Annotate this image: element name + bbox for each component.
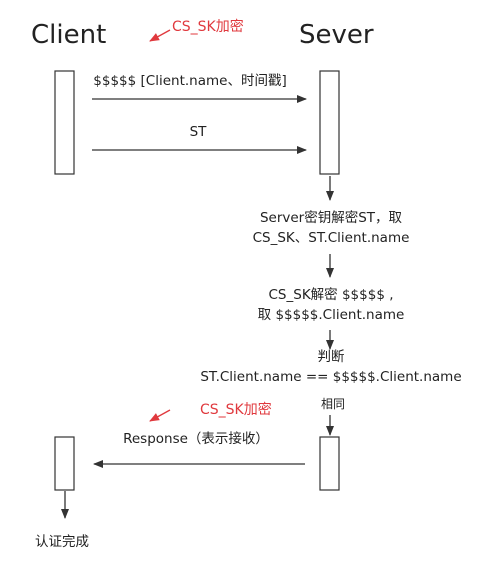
server-step-3-bottom: 相同: [320, 397, 346, 411]
server-activation-box-top: [319, 70, 340, 175]
server-step-3-top: 判断: [317, 349, 345, 365]
server-step-2-line-1: CS_SK解密 $$$$$ ,: [268, 287, 394, 303]
annotation-arrow-top: [149, 29, 171, 42]
annotation-encrypt-top: CS_SK加密: [172, 19, 244, 35]
server-step-2-line-2: 取 $$$$$.Client.name: [257, 307, 405, 323]
server-step-1-line-2: CS_SK、ST.Client.name: [252, 230, 410, 246]
annotation-arrow-bottom: [149, 409, 171, 422]
participant-server: Sever: [299, 20, 374, 50]
participant-client: Client: [31, 20, 107, 50]
server-step-3-condition: ST.Client.name == $$$$$.Client.name: [200, 369, 462, 385]
server-step-1-line-1: Server密钥解密ST，取: [259, 210, 403, 226]
server-activation-box-bottom: [319, 436, 340, 491]
client-activation-box-bottom: [54, 436, 75, 491]
message-label-2: ST: [189, 124, 207, 140]
client-activation-box-top: [54, 70, 75, 175]
message-label-1: $$$$$ [Client.name、时间戳]: [93, 73, 287, 89]
annotation-encrypt-bottom: CS_SK加密: [200, 402, 272, 418]
response-label: Response（表示接收）: [123, 431, 269, 447]
client-final-label: 认证完成: [35, 534, 89, 550]
